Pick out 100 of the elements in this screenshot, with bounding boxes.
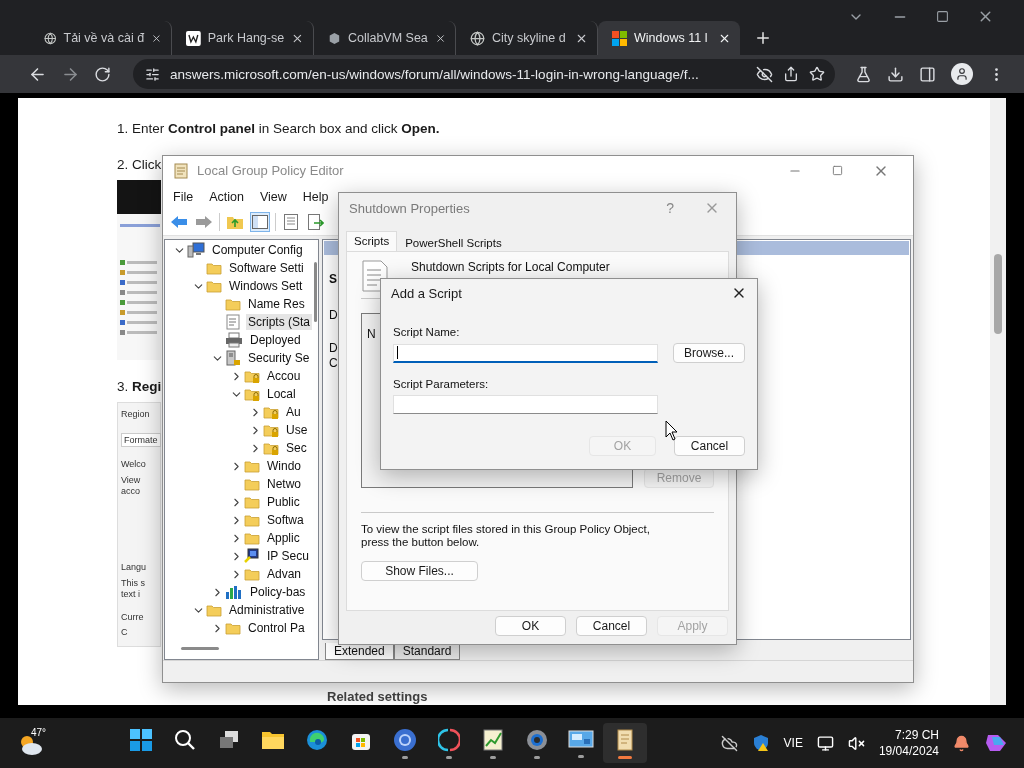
tree-item[interactable]: Netwo xyxy=(165,475,312,493)
address-bar[interactable]: answers.microsoft.com/en-us/windows/forum/all/windows-11-login-in-wrong-language/f... xyxy=(133,59,835,89)
menu-item[interactable]: Help xyxy=(294,190,337,204)
section-heading: Shutdown Scripts for Local Computer xyxy=(411,260,610,274)
flask-icon[interactable] xyxy=(855,65,872,83)
cloud-off-icon[interactable] xyxy=(720,734,738,752)
browser-wave-icon[interactable] xyxy=(306,728,328,751)
details-text: D xyxy=(328,308,338,322)
browse-button[interactable]: Browse... xyxy=(673,343,745,363)
screenshot-text: text i xyxy=(121,589,141,599)
tree-item[interactable]: Softwa xyxy=(165,511,312,529)
tree-item[interactable]: Applic xyxy=(165,529,312,547)
show-files-button[interactable]: Show Files... xyxy=(361,561,478,581)
menu-item[interactable]: View xyxy=(251,190,295,204)
weather-widget[interactable]: 47° xyxy=(18,727,58,759)
locked-folder-icon xyxy=(244,368,260,384)
locked-folder-icon xyxy=(263,440,279,456)
dialog-tab[interactable]: Scripts xyxy=(346,231,398,251)
tree-item[interactable]: Advan xyxy=(165,565,312,583)
details-text: S xyxy=(328,272,337,286)
reload-icon[interactable] xyxy=(94,65,111,83)
page-icon xyxy=(186,30,201,46)
screenshot-text: Welco xyxy=(121,459,147,469)
temperature-text: 47° xyxy=(31,727,47,738)
folder-icon xyxy=(244,566,260,582)
search-icon[interactable] xyxy=(174,728,196,751)
screenshot-text: Curre xyxy=(121,612,145,622)
menu-item[interactable]: Action xyxy=(201,190,252,204)
tree-item[interactable]: Windo xyxy=(165,457,312,475)
details-text: C xyxy=(328,356,338,370)
download-icon[interactable] xyxy=(887,65,904,83)
folder-icon xyxy=(244,494,260,510)
tree-item[interactable]: Control Pa xyxy=(165,619,312,637)
network-icon[interactable] xyxy=(816,734,834,752)
tab-title: Windows 11 l xyxy=(634,31,709,45)
clock[interactable]: 7:29 CH 19/04/2024 xyxy=(878,727,939,759)
tree-item[interactable]: Windows Sett xyxy=(165,277,312,295)
bar-chart-icon xyxy=(225,584,243,600)
chrome-circle-icon[interactable] xyxy=(393,727,417,752)
input-field[interactable] xyxy=(393,395,658,414)
screenshot-text: Region xyxy=(121,409,151,419)
remote-desktop-icon[interactable] xyxy=(568,728,594,751)
share-icon[interactable] xyxy=(783,66,799,82)
dialog-tab[interactable]: PowerShell Scripts xyxy=(397,233,510,251)
tree-item[interactable]: Au xyxy=(165,403,312,421)
window-title: Local Group Policy Editor xyxy=(197,163,344,178)
dialog-button[interactable]: Cancel xyxy=(674,436,745,456)
maximize-icon[interactable] xyxy=(936,10,949,23)
folder-icon xyxy=(206,260,222,276)
scroll-icon[interactable] xyxy=(614,727,636,752)
language-indicator[interactable]: VIE xyxy=(783,736,803,750)
new-tab-icon[interactable] xyxy=(754,29,772,47)
tree-item[interactable]: Use xyxy=(165,421,312,439)
tree-item[interactable]: Computer Config xyxy=(165,241,312,259)
menu-item[interactable]: File xyxy=(165,190,202,204)
tree-item[interactable]: Software Setti xyxy=(165,259,312,277)
tree-item[interactable]: Public xyxy=(165,493,312,511)
bookmark-star-icon[interactable] xyxy=(809,66,825,82)
windows-logo-icon xyxy=(612,30,627,46)
maximize-icon[interactable] xyxy=(832,165,843,176)
tree-item[interactable]: Name Res xyxy=(165,295,312,313)
folder-icon xyxy=(225,620,241,636)
tree-toggle-button[interactable] xyxy=(250,212,270,232)
split-circle-icon[interactable] xyxy=(438,727,460,752)
scrollbar[interactable] xyxy=(990,98,1006,705)
tree-item[interactable]: Scripts (Sta xyxy=(165,313,312,331)
tree-item[interactable]: Local xyxy=(165,385,312,403)
folder-icon xyxy=(206,278,222,294)
locked-folder-icon xyxy=(263,422,279,438)
tab-title: City skyline d xyxy=(492,31,567,45)
settings-icon[interactable] xyxy=(525,727,549,752)
tree-item[interactable]: Security Se xyxy=(165,349,312,367)
tree-item[interactable]: IP Secu xyxy=(165,547,312,565)
eye-off-icon[interactable] xyxy=(756,65,773,83)
volume-muted-icon[interactable] xyxy=(847,734,865,752)
tree-item[interactable]: Sec xyxy=(165,439,312,457)
task-view-icon[interactable] xyxy=(218,728,240,751)
view-tab[interactable]: Extended xyxy=(325,643,394,660)
dialog-button[interactable]: OK xyxy=(495,616,566,636)
tree-item[interactable]: Accou xyxy=(165,367,312,385)
hexagon-icon xyxy=(328,30,341,46)
globe-icon xyxy=(44,30,57,46)
export-button[interactable] xyxy=(306,212,326,232)
side-panel-icon[interactable] xyxy=(919,65,936,83)
site-info-icon[interactable] xyxy=(145,66,160,82)
tree-item[interactable]: Administrative xyxy=(165,601,312,619)
scroll-icon xyxy=(173,162,189,179)
bell-icon[interactable] xyxy=(953,734,970,752)
input-field[interactable] xyxy=(393,343,658,363)
properties-button[interactable] xyxy=(281,212,301,232)
tree-item[interactable]: Deployed xyxy=(165,331,312,349)
dialog-button[interactable]: Cancel xyxy=(576,616,647,636)
info-text: To view the script files stored in this Group Policy Object, press the button below. xyxy=(361,523,651,549)
details-text: D xyxy=(328,341,338,355)
windows-start-icon[interactable] xyxy=(130,728,152,751)
shield-warning-icon[interactable] xyxy=(751,734,770,752)
browser-tab[interactable]: Windows 11 l xyxy=(598,21,740,55)
profile-avatar[interactable] xyxy=(951,63,973,85)
tree-item[interactable]: Policy-bas xyxy=(165,583,312,601)
chart-document-icon[interactable] xyxy=(482,727,504,752)
